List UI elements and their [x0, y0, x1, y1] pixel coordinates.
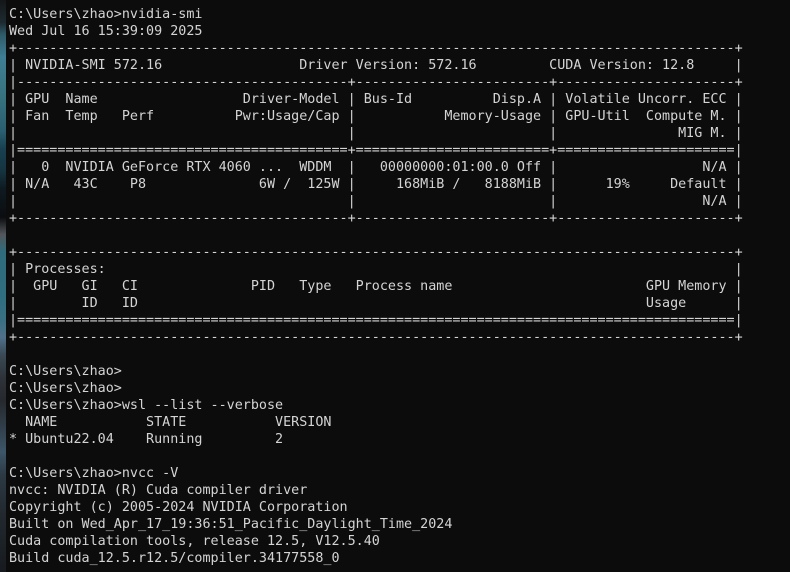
terminal-line-gpu-row-3: | | | N/A |	[9, 193, 790, 210]
terminal-line-wsl-header: NAME STATE VERSION	[9, 414, 790, 431]
terminal-line-border: |---------------------------------------…	[9, 74, 790, 91]
terminal-line-prompt-nvidia-smi: C:\Users\zhao>nvidia-smi	[9, 6, 790, 23]
terminal-line-wsl-distro-row: * Ubuntu22.04 Running 2	[9, 431, 790, 448]
terminal-line-gpu-header-1: | GPU Name Driver-Model | Bus-Id Disp.A …	[9, 91, 790, 108]
terminal-line-separator: |=======================================…	[9, 142, 790, 159]
terminal-line-border: +---------------------------------------…	[9, 244, 790, 261]
terminal-line-nvcc-copyright: Copyright (c) 2005-2024 NVIDIA Corporati…	[9, 499, 790, 516]
terminal-line-gpu-row-1: | 0 NVIDIA GeForce RTX 4060 ... WDDM | 0…	[9, 159, 790, 176]
terminal-line-timestamp: Wed Jul 16 15:39:09 2025	[9, 23, 790, 40]
terminal-line-prompt-wsl-list: C:\Users\zhao>wsl --list --verbose	[9, 397, 790, 414]
terminal-line-blank	[9, 448, 790, 465]
terminal-line-processes-title: | Processes: |	[9, 261, 790, 278]
terminal-line-gpu-header-3: | | | MIG M. |	[9, 125, 790, 142]
terminal-line-blank	[9, 227, 790, 244]
terminal-content-area[interactable]: C:\Users\zhao>nvidia-smi Wed Jul 16 15:3…	[6, 0, 790, 572]
terminal-line-smi-versions: | NVIDIA-SMI 572.16 Driver Version: 572.…	[9, 57, 790, 74]
terminal-line-prompt: C:\Users\zhao>	[9, 380, 790, 397]
terminal-line-nvcc-release: Cuda compilation tools, release 12.5, V1…	[9, 533, 790, 550]
terminal-line-blank	[9, 346, 790, 363]
terminal-line-separator: |=======================================…	[9, 312, 790, 329]
terminal-line-gpu-header-2: | Fan Temp Perf Pwr:Usage/Cap | Memory-U…	[9, 108, 790, 125]
terminal-line-border: +---------------------------------------…	[9, 40, 790, 57]
terminal-line-prompt: C:\Users\zhao>	[9, 363, 790, 380]
terminal-line-processes-header-2: | ID ID Usage |	[9, 295, 790, 312]
terminal-line-nvcc-build: Build cuda_12.5.r12.5/compiler.34177558_…	[9, 550, 790, 567]
terminal-line-border: +---------------------------------------…	[9, 210, 790, 227]
terminal-line-processes-header-1: | GPU GI CI PID Type Process name GPU Me…	[9, 278, 790, 295]
terminal-line-gpu-row-2: | N/A 43C P8 6W / 125W | 168MiB / 8188Mi…	[9, 176, 790, 193]
terminal-line-nvcc-driver: nvcc: NVIDIA (R) Cuda compiler driver	[9, 482, 790, 499]
terminal-line-nvcc-built-on: Built on Wed_Apr_17_19:36:51_Pacific_Day…	[9, 516, 790, 533]
terminal-line-border: +---------------------------------------…	[9, 329, 790, 346]
terminal-line-prompt-nvcc: C:\Users\zhao>nvcc -V	[9, 465, 790, 482]
terminal-window: C:\Users\zhao>nvidia-smi Wed Jul 16 15:3…	[0, 0, 790, 572]
